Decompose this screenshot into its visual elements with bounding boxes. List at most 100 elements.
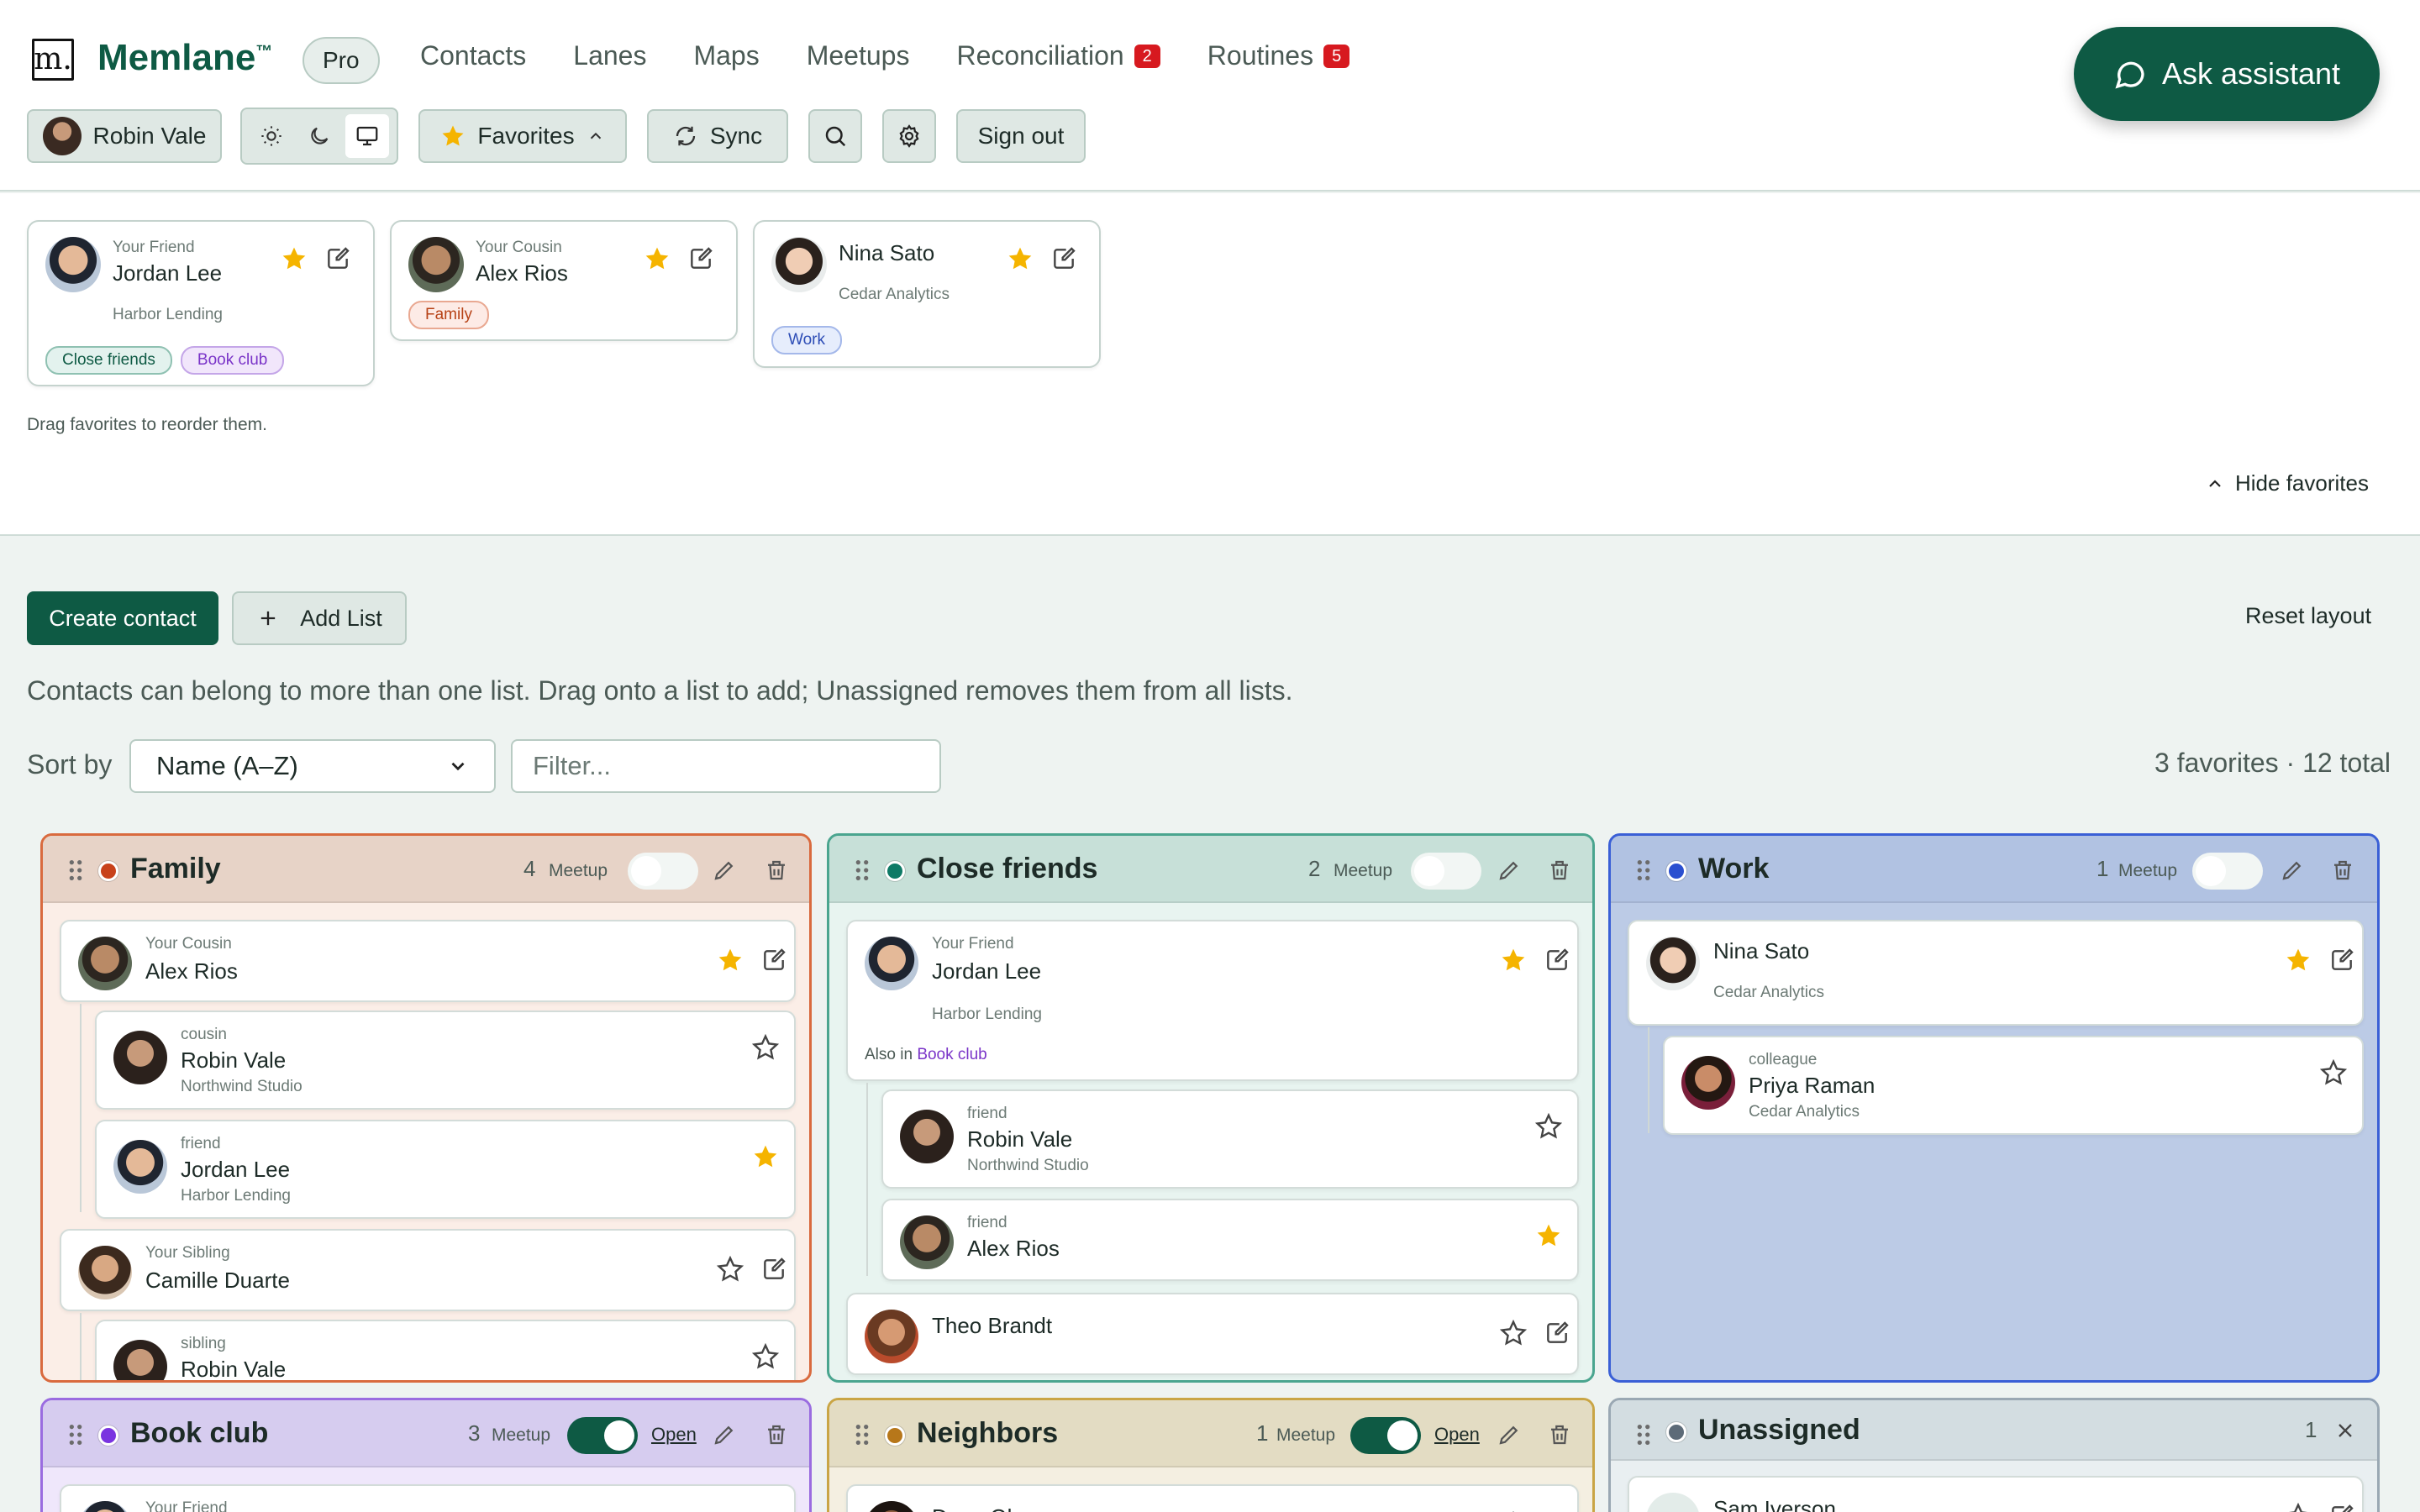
filter-input[interactable]	[511, 739, 941, 793]
edit-note-icon[interactable]	[687, 245, 714, 272]
drag-handle-icon[interactable]	[853, 858, 871, 883]
pencil-icon[interactable]	[2280, 858, 2305, 883]
star-filled-icon[interactable]	[1007, 245, 1034, 272]
star-outline-icon[interactable]	[1535, 1113, 1562, 1140]
edit-note-icon[interactable]	[1544, 947, 1570, 974]
child-card-robin-vale[interactable]: friend Robin Vale Northwind Studio	[881, 1089, 1579, 1189]
trash-icon[interactable]	[1547, 858, 1572, 883]
star-outline-icon[interactable]	[1500, 1320, 1527, 1347]
contact-card-sam-iverson[interactable]: Sam Iverson	[1628, 1476, 2364, 1512]
pencil-icon[interactable]	[712, 858, 737, 883]
nav-maps[interactable]: Maps	[693, 40, 759, 71]
favorite-card-jordan-lee[interactable]: Your Friend Jordan Lee Harbor Lending Cl…	[27, 220, 375, 386]
contact-card-camille-duarte[interactable]: Your Sibling Camille Duarte	[60, 1229, 796, 1311]
close-icon[interactable]	[2333, 1419, 2357, 1442]
theme-light-option[interactable]	[250, 114, 293, 158]
reset-layout-button[interactable]: Reset layout	[2245, 603, 2371, 629]
contact-card-alex-rios[interactable]: Your Cousin Alex Rios	[60, 920, 796, 1002]
edit-note-icon[interactable]	[1544, 1320, 1570, 1347]
theme-system-option[interactable]	[345, 114, 390, 158]
child-card-robin-vale[interactable]: cousin Robin Vale Northwind Studio	[95, 1011, 796, 1110]
star-outline-icon[interactable]	[752, 1034, 779, 1061]
favorite-card-alex-rios[interactable]: Your Cousin Alex Rios Family	[390, 220, 738, 341]
add-list-button[interactable]: Add List	[232, 591, 407, 645]
user-menu-button[interactable]: Robin Vale	[27, 109, 222, 163]
meetup-toggle[interactable]	[1350, 1417, 1421, 1454]
app-logo[interactable]: m.	[32, 39, 74, 81]
edit-note-icon[interactable]	[2328, 1503, 2355, 1512]
star-outline-icon[interactable]	[752, 1343, 779, 1370]
create-contact-button[interactable]: Create contact	[27, 591, 218, 645]
tag-work[interactable]: Work	[771, 326, 842, 354]
star-filled-icon[interactable]	[644, 245, 671, 272]
contact-card-nina-sato[interactable]: Nina Sato Cedar Analytics	[1628, 920, 2364, 1026]
nav-routines[interactable]: Routines 5	[1207, 40, 1350, 71]
pencil-icon[interactable]	[1497, 1422, 1522, 1447]
sun-icon	[260, 126, 281, 146]
star-filled-icon[interactable]	[752, 1143, 779, 1170]
edit-note-icon[interactable]	[760, 1256, 787, 1283]
contact-card-dana-okoye[interactable]: Dana Okoye	[846, 1484, 1579, 1512]
nav-contacts[interactable]: Contacts	[420, 40, 526, 71]
settings-button[interactable]	[882, 109, 936, 163]
tag-book-club[interactable]: Book club	[180, 346, 285, 375]
contact-card-book-club-first[interactable]: Your Friend	[60, 1484, 796, 1512]
theme-dark-option[interactable]	[297, 114, 341, 158]
sign-out-button[interactable]: Sign out	[956, 109, 1086, 163]
sort-select[interactable]: Name (A–Z)	[129, 739, 496, 793]
card-org: Harbor Lending	[932, 1005, 1042, 1023]
pencil-icon[interactable]	[712, 1422, 737, 1447]
brand-name[interactable]: Memlane™	[97, 37, 272, 79]
edit-note-icon[interactable]	[760, 947, 787, 974]
drag-handle-icon[interactable]	[1634, 858, 1653, 883]
open-meetup-link[interactable]: Open	[651, 1424, 697, 1446]
star-filled-icon[interactable]	[1500, 947, 1527, 974]
meetup-toggle[interactable]	[567, 1417, 638, 1454]
star-filled-icon[interactable]	[717, 947, 744, 974]
child-card-jordan-lee[interactable]: friend Jordan Lee Harbor Lending	[95, 1120, 796, 1219]
child-card-priya-raman[interactable]: colleague Priya Raman Cedar Analytics	[1663, 1036, 2364, 1135]
pencil-icon[interactable]	[1497, 858, 1522, 883]
child-card-robin-vale-sibling[interactable]: sibling Robin Vale	[95, 1320, 796, 1380]
star-filled-icon[interactable]	[281, 245, 308, 272]
nav-reconciliation[interactable]: Reconciliation 2	[956, 40, 1160, 71]
sync-button[interactable]: Sync	[647, 109, 788, 163]
hide-favorites-button[interactable]: Hide favorites	[2205, 470, 2369, 496]
trash-icon[interactable]	[764, 1422, 789, 1447]
also-in-list-link[interactable]: Book club	[917, 1046, 986, 1063]
favorite-card-nina-sato[interactable]: Nina Sato Cedar Analytics Work	[753, 220, 1101, 368]
lane-family: Family 4 Meetup Your Cousin Alex Rios co…	[40, 833, 812, 1383]
edit-note-icon[interactable]	[2328, 947, 2355, 974]
ask-assistant-button[interactable]: Ask assistant	[2074, 27, 2380, 121]
star-outline-icon[interactable]	[717, 1256, 744, 1283]
drag-handle-icon[interactable]	[66, 858, 85, 883]
star-filled-icon[interactable]	[2285, 947, 2312, 974]
contact-card-jordan-lee[interactable]: Your Friend Jordan Lee Harbor Lending Al…	[846, 920, 1579, 1081]
star-filled-icon[interactable]	[1535, 1222, 1562, 1249]
star-outline-icon[interactable]	[2285, 1503, 2312, 1512]
search-button[interactable]	[808, 109, 862, 163]
drag-handle-icon[interactable]	[1634, 1422, 1653, 1447]
card-name: Jordan Lee	[932, 958, 1042, 984]
drag-handle-icon[interactable]	[66, 1422, 85, 1447]
meetup-toggle[interactable]	[1411, 853, 1481, 890]
edit-note-icon[interactable]	[324, 245, 351, 272]
tag-close-friends[interactable]: Close friends	[45, 346, 172, 375]
tag-family[interactable]: Family	[408, 301, 489, 329]
trash-icon[interactable]	[764, 858, 789, 883]
card-name: Alex Rios	[145, 958, 238, 984]
nav-meetups[interactable]: Meetups	[807, 40, 910, 71]
card-name: Camille Duarte	[145, 1268, 290, 1293]
meetup-toggle[interactable]	[628, 853, 698, 890]
edit-note-icon[interactable]	[1050, 245, 1077, 272]
child-card-alex-rios[interactable]: friend Alex Rios	[881, 1199, 1579, 1281]
trash-icon[interactable]	[1547, 1422, 1572, 1447]
drag-handle-icon[interactable]	[853, 1422, 871, 1447]
contact-card-theo-brandt[interactable]: Theo Brandt	[846, 1293, 1579, 1375]
meetup-toggle[interactable]	[2192, 853, 2263, 890]
open-meetup-link[interactable]: Open	[1434, 1424, 1480, 1446]
trash-icon[interactable]	[2330, 858, 2355, 883]
nav-lanes[interactable]: Lanes	[573, 40, 646, 71]
favorites-toggle-button[interactable]: Favorites	[418, 109, 627, 163]
star-outline-icon[interactable]	[2320, 1059, 2347, 1086]
